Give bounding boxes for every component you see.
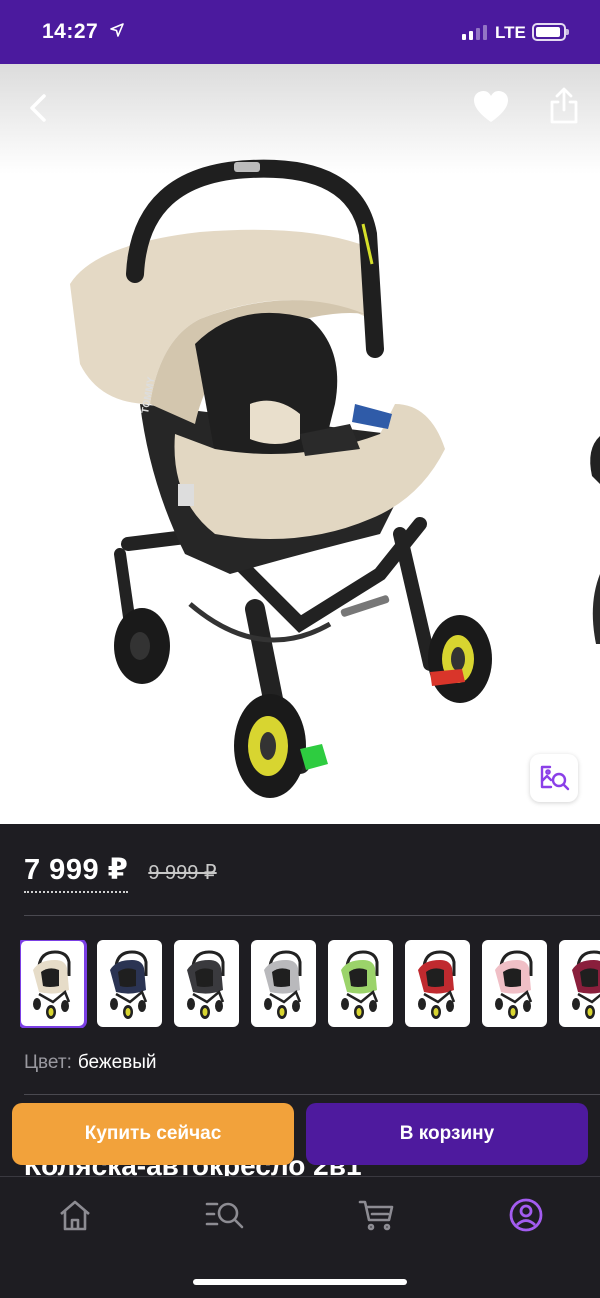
tab-cart[interactable]	[357, 1195, 397, 1235]
color-swatch[interactable]	[482, 940, 547, 1027]
swatch-thumbnail	[186, 949, 224, 1019]
chevron-left-icon	[30, 94, 46, 122]
home-indicator	[193, 1279, 407, 1285]
network-label: LTE	[495, 23, 526, 42]
price-row: 7 999 ₽ 9 999 ₽	[24, 852, 217, 893]
back-button[interactable]	[18, 86, 58, 130]
color-swatch[interactable]	[97, 940, 162, 1027]
image-search-icon	[540, 765, 570, 791]
swatch-thumbnail	[571, 949, 600, 1019]
buy-now-button[interactable]: Купить сейчас	[12, 1103, 294, 1165]
color-value: бежевый	[77, 1052, 157, 1073]
home-icon	[60, 1200, 90, 1231]
heart-icon	[474, 91, 508, 122]
color-line: Цвет: бежевый	[24, 1052, 157, 1074]
tab-profile[interactable]	[506, 1195, 546, 1235]
product-image: TOMMY	[70, 159, 600, 798]
profile-icon	[509, 1198, 543, 1232]
price-old: 9 999 ₽	[148, 862, 217, 884]
actions-bar: Купить сейчас В корзину	[0, 1100, 600, 1166]
color-swatch[interactable]	[251, 940, 316, 1027]
product-gallery[interactable]: TOMMY	[0, 64, 600, 824]
color-swatch[interactable]	[405, 940, 470, 1027]
status-time: 14:27	[42, 20, 99, 43]
wheel-rear-left	[114, 608, 170, 684]
divider	[24, 915, 600, 916]
tab-catalog[interactable]	[205, 1195, 245, 1235]
color-swatch[interactable]	[20, 940, 87, 1028]
signal-bars-icon	[462, 24, 487, 40]
swatch-thumbnail	[263, 949, 301, 1019]
cart-icon	[358, 1200, 394, 1231]
swatch-thumbnail	[32, 949, 70, 1019]
tab-home[interactable]	[55, 1195, 95, 1235]
price-current[interactable]: 7 999 ₽	[24, 852, 129, 893]
divider	[24, 1094, 600, 1095]
catalog-search-icon	[205, 1202, 244, 1229]
share-icon	[550, 87, 578, 124]
wheel-front-left	[234, 694, 306, 798]
swatch-thumbnail	[417, 949, 455, 1019]
battery-icon	[532, 23, 569, 41]
share-button[interactable]	[544, 84, 584, 128]
favorite-button[interactable]	[470, 88, 512, 126]
color-swatch[interactable]	[328, 940, 393, 1027]
swatch-thumbnail	[494, 949, 532, 1019]
swatch-thumbnail	[340, 949, 378, 1019]
color-label: Цвет:	[24, 1052, 72, 1073]
visual-search-button[interactable]	[530, 754, 578, 802]
status-bar: 14:27 LTE	[0, 0, 600, 64]
color-swatch[interactable]	[174, 940, 239, 1027]
wheel-front-right	[428, 615, 492, 703]
location-arrow-icon	[110, 23, 124, 37]
swatch-thumbnail	[109, 949, 147, 1019]
color-swatch[interactable]	[559, 940, 600, 1027]
color-swatches	[20, 940, 600, 1028]
add-to-cart-button[interactable]: В корзину	[306, 1103, 588, 1165]
